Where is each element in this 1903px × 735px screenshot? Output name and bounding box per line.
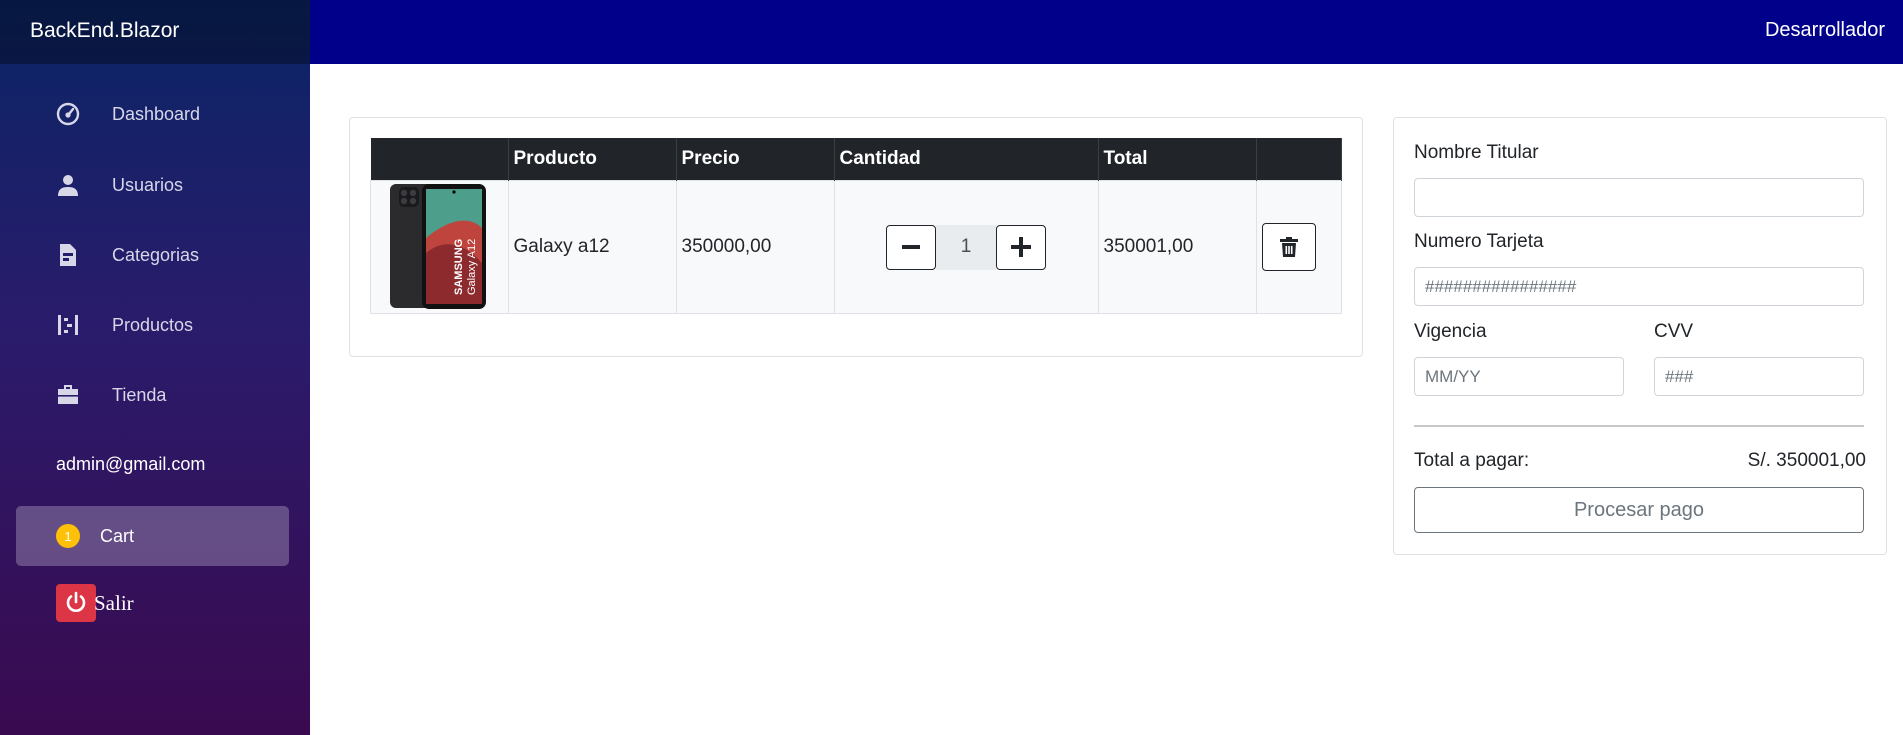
table-row: SAMSUNG Galaxy A12 Galaxy a12 350000,00 [370, 180, 1342, 314]
top-right-label[interactable]: Desarrollador [1765, 19, 1885, 42]
line-total: 350001,00 [1097, 180, 1257, 314]
sidebar-item-dashboard[interactable]: Dashboard [16, 84, 289, 144]
logout-button[interactable] [56, 584, 96, 622]
user-email: admin@gmail.com [56, 454, 206, 474]
sidebar-item-productos[interactable]: Productos [16, 295, 289, 355]
power-icon [66, 591, 86, 612]
product-image-cell: SAMSUNG Galaxy A12 [370, 180, 509, 314]
svg-text:Galaxy A12: Galaxy A12 [466, 239, 478, 295]
sidebar-item-label: Categorias [112, 244, 200, 265]
payment-card: Nombre Titular Numero Tarjeta Vigencia C… [1393, 117, 1887, 555]
plus-icon [1011, 237, 1031, 257]
column-header-total: Total [1098, 138, 1257, 181]
quantity-input[interactable] [936, 224, 996, 270]
total-label: Total a pagar: [1414, 450, 1530, 471]
expiry-input[interactable] [1414, 357, 1624, 396]
dashboard-icon [54, 100, 82, 128]
divider [1414, 425, 1864, 427]
document-icon [54, 241, 82, 269]
trash-icon [1279, 237, 1298, 257]
sidebar-item-categorias[interactable]: Categorias [16, 225, 289, 285]
minus-icon [902, 245, 920, 249]
delete-item-button[interactable] [1261, 223, 1316, 271]
svg-text:SAMSUNG: SAMSUNG [453, 239, 465, 295]
sidebar-item-label: Cart [100, 525, 135, 546]
column-header-actions [1256, 138, 1342, 181]
top-bar: Desarrollador [310, 0, 1903, 64]
sidebar-item-label: Dashboard [112, 103, 201, 124]
cvv-label: CVV [1654, 321, 1694, 342]
sidebar-item-usuarios[interactable]: Usuarios [16, 155, 289, 215]
increase-quantity-button[interactable] [996, 224, 1046, 270]
cart-card: Producto Precio Cantidad Total SAMSUNG G… [349, 117, 1363, 357]
product-name: Galaxy a12 [507, 180, 677, 314]
cart-badge: 1 [56, 524, 80, 548]
sidebar-item-label: Productos [112, 314, 194, 335]
sidebar-item-label: Usuarios [112, 174, 184, 195]
brand-title[interactable]: BackEnd.Blazor [0, 0, 310, 64]
product-image: SAMSUNG Galaxy A12 [390, 184, 487, 309]
sidebar: BackEnd.Blazor Dashboard Usuarios Catego… [0, 0, 310, 735]
sidebar-item-label: Tienda [112, 384, 167, 405]
logout: Salir [56, 584, 134, 622]
sidebar-item-cart[interactable]: 1 Cart [16, 506, 289, 566]
total-value: S/. 350001,00 [1747, 450, 1866, 471]
expiry-label: Vigencia [1414, 321, 1487, 342]
list-icon [54, 311, 82, 339]
holder-name-label: Nombre Titular [1414, 142, 1539, 163]
holder-name-input[interactable] [1414, 178, 1864, 217]
process-payment-button[interactable]: Procesar pago [1414, 487, 1864, 533]
quantity-stepper [840, 224, 1093, 270]
table-header-row: Producto Precio Cantidad Total [370, 138, 1342, 181]
column-header-cantidad: Cantidad [834, 138, 1099, 181]
product-price: 350000,00 [675, 180, 835, 314]
decrease-quantity-button[interactable] [886, 224, 936, 270]
logout-label[interactable]: Salir [94, 591, 134, 616]
card-number-input[interactable] [1414, 267, 1864, 306]
card-number-label: Numero Tarjeta [1414, 231, 1544, 252]
actions-cell [1255, 180, 1342, 314]
user-icon [54, 171, 82, 199]
briefcase-icon [54, 381, 82, 409]
column-header-image [370, 138, 509, 181]
column-header-precio: Precio [676, 138, 835, 181]
quantity-cell [833, 180, 1099, 314]
sidebar-item-tienda[interactable]: Tienda [16, 365, 289, 425]
cvv-input[interactable] [1654, 357, 1864, 396]
column-header-producto: Producto [508, 138, 677, 181]
cart-table: Producto Precio Cantidad Total SAMSUNG G… [370, 138, 1342, 314]
